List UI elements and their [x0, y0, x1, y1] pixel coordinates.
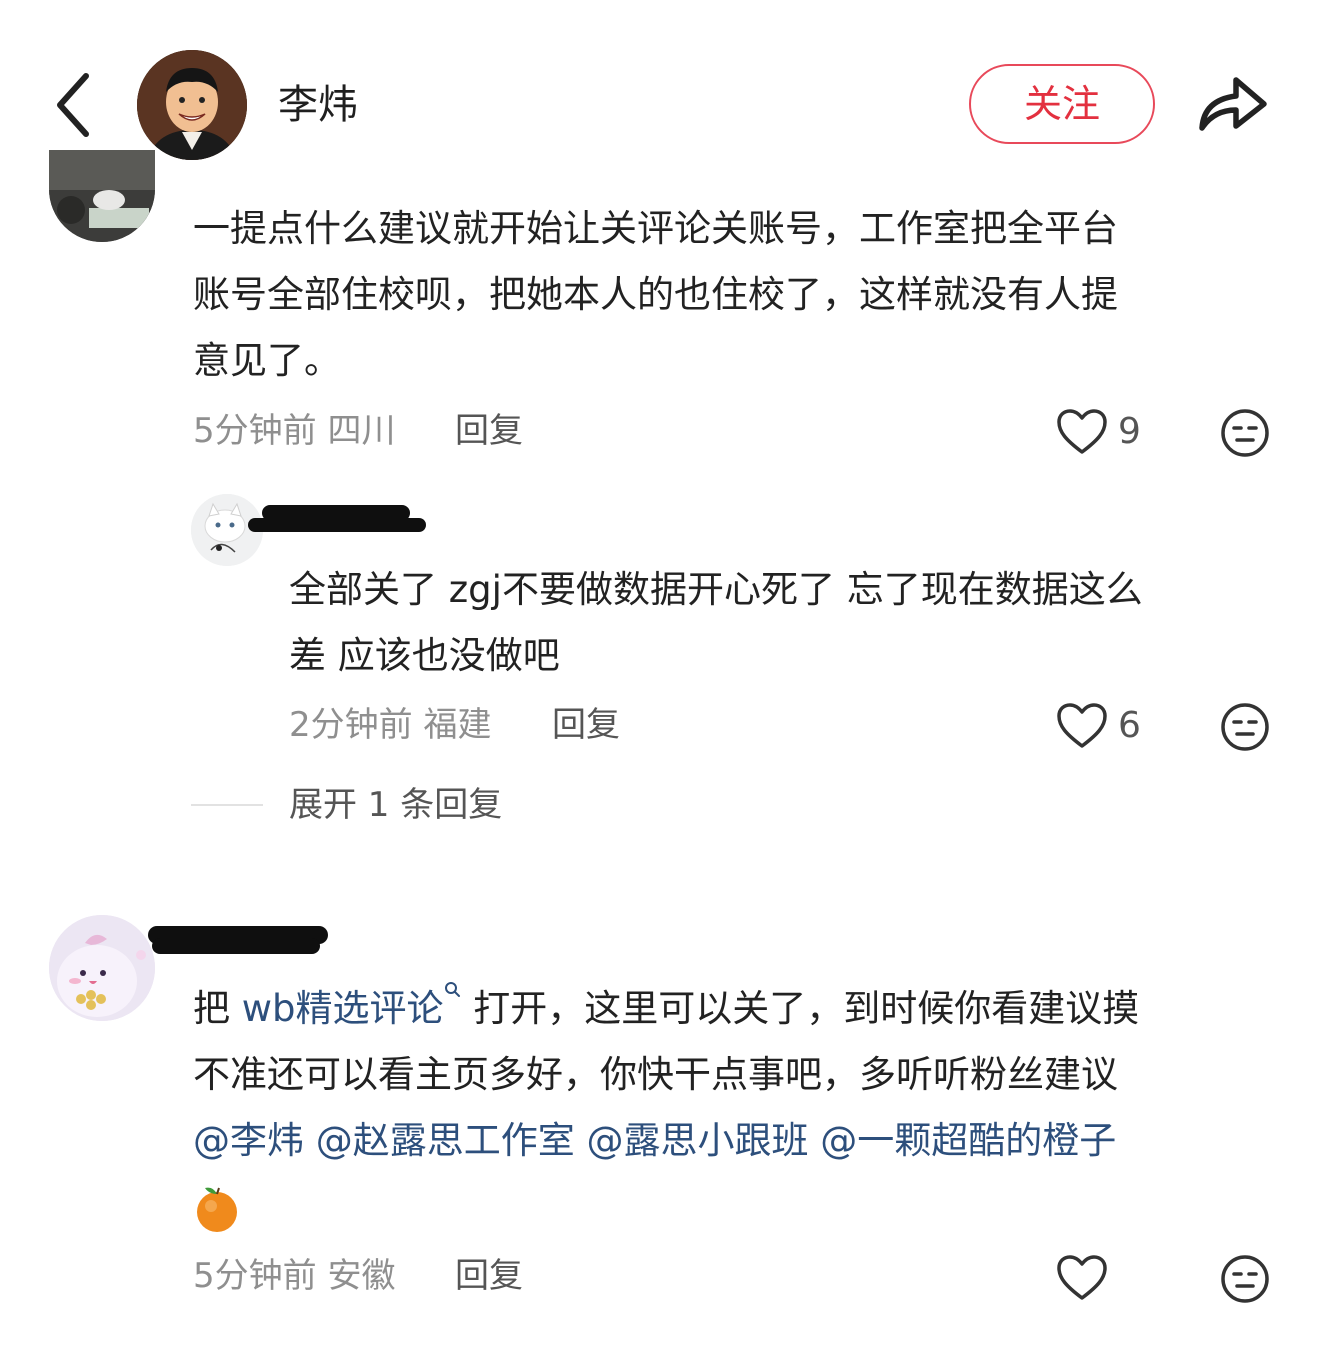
mention-link[interactable]: @赵露思工作室: [316, 1119, 575, 1162]
reply-line: 差 应该也没做吧: [289, 634, 560, 677]
search-icon: [444, 982, 460, 997]
comment-location: 安徽: [327, 1256, 396, 1296]
featured-comments-link[interactable]: wb精选评论: [241, 982, 462, 1030]
comment-line: 一提点什么建议就开始让关评论关账号，工作室把全平台: [193, 207, 1118, 250]
comment-line: 不准还可以看主页多好，你快干点事吧，多听听粉丝建议: [193, 1053, 1118, 1096]
heart-icon: [1057, 1255, 1107, 1300]
mention-link[interactable]: @一颗超酷的橙子: [820, 1119, 1116, 1162]
unamused-face-icon: [1221, 703, 1269, 751]
text-segment: 把: [193, 987, 242, 1030]
share-arrow-icon: [1199, 77, 1267, 131]
heart-icon: [1057, 409, 1107, 454]
unamused-face-icon: [1221, 1255, 1269, 1303]
commenter-avatar[interactable]: [49, 915, 155, 1021]
redacted-username-mark: [152, 938, 320, 954]
reply-meta: 2分钟前 福建: [289, 702, 491, 748]
reply-text: 全部关了 zgj不要做数据开心死了 忘了现在数据这么 差 应该也没做吧: [289, 557, 1143, 689]
like-count: 9: [1118, 411, 1141, 452]
dislike-button[interactable]: [1220, 702, 1270, 752]
orange-emoji-icon: [197, 1187, 237, 1232]
back-button[interactable]: [48, 70, 104, 140]
expand-replies-button[interactable]: 展开 1 条回复: [289, 782, 502, 828]
comment-text: 把 wb精选评论 打开，这里可以关了，到时候你看建议摸 不准还可以看主页多好，你…: [193, 976, 1139, 1240]
reply-time: 2分钟前: [289, 705, 413, 745]
share-button[interactable]: [1196, 70, 1270, 136]
author-name[interactable]: 李炜: [278, 78, 358, 132]
reply-button[interactable]: 回复: [455, 1253, 523, 1299]
heart-icon: [1057, 703, 1107, 748]
like-count: 6: [1118, 705, 1141, 746]
reply-line: 全部关了 zgj不要做数据开心死了 忘了现在数据这么: [289, 568, 1143, 611]
like-button[interactable]: [1056, 1254, 1108, 1302]
comment-time: 5分钟前: [193, 411, 317, 451]
cartoon-portrait-image: [137, 50, 247, 160]
reply-location: 福建: [423, 705, 492, 745]
redacted-username-mark: [248, 518, 426, 532]
expand-divider: [191, 804, 263, 806]
text-segment: 打开，这里可以关了，到时候你看建议摸: [461, 987, 1140, 1030]
mentions-line: @李炜 @赵露思工作室 @露思小跟班 @一颗超酷的橙子: [193, 1108, 1139, 1174]
cartoon-character-image: [49, 915, 155, 1021]
follow-button[interactable]: 关注: [969, 64, 1155, 144]
commenter-avatar[interactable]: [49, 150, 155, 242]
photo-thumbnail-image: [49, 150, 155, 242]
top-bar: 李炜 关注: [0, 0, 1320, 180]
mention-link[interactable]: @露思小跟班: [587, 1119, 809, 1162]
comment-meta: 5分钟前 安徽: [193, 1253, 395, 1299]
author-avatar[interactable]: [137, 50, 247, 160]
comment-meta: 5分钟前 四川: [193, 408, 395, 454]
like-button[interactable]: 9: [1056, 408, 1141, 456]
unamused-face-icon: [1221, 409, 1269, 457]
like-button[interactable]: 6: [1056, 702, 1141, 750]
reply-button[interactable]: 回复: [552, 702, 620, 748]
link-label: wb精选评论: [241, 987, 444, 1030]
comment-line: 账号全部住校呗，把她本人的也住校了，这样就没有人提: [193, 273, 1118, 316]
comment-location: 四川: [327, 411, 396, 451]
reply-button[interactable]: 回复: [455, 408, 523, 454]
dislike-button[interactable]: [1220, 1254, 1270, 1304]
comment-line: 把 wb精选评论 打开，这里可以关了，到时候你看建议摸: [193, 976, 1139, 1042]
dislike-button[interactable]: [1220, 408, 1270, 458]
comment-line: [193, 1174, 1139, 1240]
comment-text: 一提点什么建议就开始让关评论关账号，工作室把全平台 账号全部住校呗，把她本人的也…: [193, 196, 1118, 394]
comment-line: 意见了。: [193, 339, 341, 382]
mention-link[interactable]: @李炜: [193, 1119, 304, 1162]
chevron-left-icon: [57, 73, 89, 137]
comment-time: 5分钟前: [193, 1256, 317, 1296]
